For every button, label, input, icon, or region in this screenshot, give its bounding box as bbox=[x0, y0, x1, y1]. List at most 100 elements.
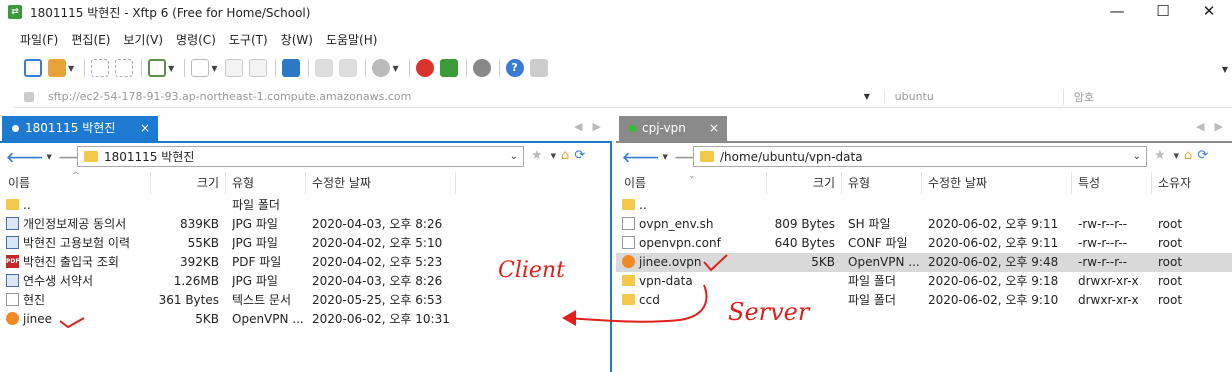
xftp-icon[interactable] bbox=[439, 59, 458, 77]
table-row[interactable]: ccd 파일 폴더 2020-06-02, 오후 9:10 drwxr-xr-x roo… bbox=[616, 291, 1232, 310]
cell-type: 텍스트 문서 bbox=[232, 293, 292, 307]
menu-file[interactable]: 파일(F) bbox=[20, 31, 58, 48]
chat-icon[interactable] bbox=[529, 59, 548, 77]
folder-icon bbox=[6, 199, 19, 210]
col-size[interactable]: 크기 bbox=[151, 172, 226, 194]
minimize-button[interactable]: — bbox=[1094, 0, 1140, 24]
table-row[interactable]: vpn-data 파일 폴더 2020-06-02, 오후 9:18 drwxr-xr… bbox=[616, 272, 1232, 291]
table-row[interactable]: 개인정보제공 동의서 839KB JPG 파일 2020-04-03, 오후 8:26 bbox=[0, 215, 610, 234]
tab-scroll-arrows[interactable]: ◀▶ bbox=[574, 120, 611, 133]
title-bar: ⇄ 1801115 박현진 - Xftp 6 (Free for Home/Sc… bbox=[0, 0, 1232, 24]
col-owner[interactable]: 소유자 bbox=[1152, 172, 1232, 194]
col-size[interactable]: 크기 bbox=[767, 172, 842, 194]
folder-icon bbox=[700, 151, 714, 162]
cell-name: .. bbox=[622, 196, 766, 215]
col-attributes[interactable]: 특성 bbox=[1072, 172, 1152, 194]
view-icon[interactable] bbox=[315, 59, 334, 77]
col-modified[interactable]: 수정한 날짜 bbox=[306, 172, 456, 194]
home-folder-icon[interactable]: ⌂ bbox=[1184, 148, 1192, 163]
table-row[interactable]: .. bbox=[616, 196, 1232, 215]
right-path-input[interactable]: /home/ubuntu/vpn-data ⌄ bbox=[693, 146, 1147, 167]
left-tab-row: 1801115 박현진 × ◀▶ bbox=[0, 116, 612, 141]
paste-icon[interactable] bbox=[249, 59, 268, 77]
cell-type: SH 파일 bbox=[848, 217, 891, 231]
table-row[interactable]: 현진 361 Bytes 텍스트 문서 2020-05-25, 오후 6:53 bbox=[0, 291, 610, 310]
settings-gear-icon[interactable] bbox=[472, 59, 491, 77]
sort-indicator-icon: ⌄ bbox=[688, 171, 696, 181]
menu-command[interactable]: 명령(C) bbox=[176, 31, 216, 48]
xshell-icon[interactable] bbox=[415, 59, 434, 77]
connect-icon[interactable] bbox=[91, 59, 110, 77]
file-name: .. bbox=[639, 198, 647, 212]
back-arrow-icon[interactable]: 🡐 bbox=[622, 149, 660, 166]
home-folder-icon[interactable]: ⌂ bbox=[561, 148, 569, 163]
cell-size: 361 Bytes bbox=[158, 293, 219, 307]
back-dropdown-icon[interactable]: ▼ bbox=[47, 153, 52, 161]
table-row[interactable]: .. 파일 폴더 bbox=[0, 196, 610, 215]
tab-scroll-arrows[interactable]: ◀▶ bbox=[1196, 120, 1232, 133]
disconnect-icon[interactable] bbox=[115, 59, 134, 77]
path-dropdown-icon[interactable]: ⌄ bbox=[1133, 151, 1141, 162]
maximize-button[interactable]: ☐ bbox=[1140, 0, 1186, 24]
open-folder-icon[interactable] bbox=[48, 59, 66, 77]
cell-date: 2020-04-02, 오후 5:10 bbox=[312, 236, 443, 250]
sync-icon[interactable] bbox=[282, 59, 301, 77]
transfer-icon[interactable] bbox=[191, 59, 210, 77]
layout-icon[interactable] bbox=[339, 59, 358, 77]
properties-dropdown-icon[interactable]: ▼ bbox=[168, 64, 174, 73]
table-row[interactable]: openvpn.conf 640 Bytes CONF 파일 2020-06-02, … bbox=[616, 234, 1232, 253]
table-row[interactable]: jinee 5KB OpenVPN ... 2020-06-02, 오후 10:31 bbox=[0, 310, 610, 329]
menu-edit[interactable]: 편집(E) bbox=[71, 31, 110, 48]
host-url-input[interactable]: sftp://ec2-54-178-91-93.ap-northeast-1.c… bbox=[48, 90, 864, 103]
bookmark-dropdown-icon[interactable]: ▼ bbox=[1174, 152, 1179, 160]
stop-icon[interactable] bbox=[372, 59, 391, 77]
tab-close-icon[interactable]: × bbox=[140, 116, 150, 141]
menu-window[interactable]: 창(W) bbox=[281, 31, 313, 48]
back-arrow-icon[interactable]: 🡐 bbox=[6, 149, 44, 166]
table-row[interactable]: ovpn_env.sh 809 Bytes SH 파일 2020-06-02, 오후 … bbox=[616, 215, 1232, 234]
table-row[interactable]: jinee.ovpn 5KB OpenVPN ... 2020-06-02, 오후 9… bbox=[616, 253, 1232, 272]
cell-size: 809 Bytes bbox=[774, 217, 835, 231]
menu-help[interactable]: 도움말(H) bbox=[326, 31, 378, 48]
tab-remote-label: cpj-vpn bbox=[642, 121, 686, 135]
path-dropdown-icon[interactable]: ⌄ bbox=[510, 151, 518, 162]
back-dropdown-icon[interactable]: ▼ bbox=[663, 153, 668, 161]
cell-size: 1.26MB bbox=[173, 274, 219, 288]
col-type[interactable]: 유형 bbox=[842, 172, 922, 194]
new-session-icon[interactable] bbox=[24, 59, 42, 77]
refresh-icon[interactable]: ⟳ bbox=[1197, 148, 1208, 163]
bookmark-dropdown-icon[interactable]: ▼ bbox=[551, 152, 556, 160]
copy-icon[interactable] bbox=[225, 59, 244, 77]
cell-type: JPG 파일 bbox=[232, 236, 278, 250]
left-nav-tools: ★ ▼ ⌂ ⟳ bbox=[531, 148, 585, 163]
cell-type bbox=[848, 196, 920, 215]
file-name: jinee.ovpn bbox=[639, 255, 702, 269]
open-dropdown-icon[interactable]: ▼ bbox=[68, 64, 74, 73]
bookmark-star-icon[interactable]: ★ bbox=[1154, 148, 1166, 163]
host-dropdown-icon[interactable]: ▼ bbox=[864, 92, 874, 101]
tab-remote[interactable]: cpj-vpn × bbox=[619, 116, 727, 141]
refresh-icon[interactable]: ⟳ bbox=[574, 148, 585, 163]
col-modified[interactable]: 수정한 날짜 bbox=[922, 172, 1072, 194]
menu-tools[interactable]: 도구(T) bbox=[229, 31, 268, 48]
file-name: jinee bbox=[23, 312, 53, 326]
username-input[interactable]: ubuntu bbox=[883, 90, 1053, 103]
transfer-dropdown-icon[interactable]: ▼ bbox=[211, 64, 217, 73]
help-icon[interactable]: ? bbox=[505, 59, 524, 77]
stop-dropdown-icon[interactable]: ▼ bbox=[392, 64, 398, 73]
bookmark-star-icon[interactable]: ★ bbox=[531, 148, 543, 163]
folder-icon bbox=[622, 275, 635, 286]
col-type[interactable]: 유형 bbox=[226, 172, 306, 194]
cell-owner: root bbox=[1158, 217, 1183, 231]
toolbar-overflow-icon[interactable]: ▼ bbox=[1222, 65, 1228, 74]
password-input[interactable]: 암호 bbox=[1062, 88, 1232, 105]
left-path-input[interactable]: 1801115 박현진 ⌄ bbox=[77, 146, 524, 167]
table-row[interactable]: 박현진 고용보험 이력 55KB JPG 파일 2020-04-02, 오후 5:10 bbox=[0, 234, 610, 253]
menu-view[interactable]: 보기(V) bbox=[123, 31, 163, 48]
properties-icon[interactable] bbox=[148, 59, 167, 77]
server-annotation: Server bbox=[728, 298, 810, 326]
tab-local[interactable]: 1801115 박현진 × bbox=[2, 116, 158, 141]
close-button[interactable]: ✕ bbox=[1186, 0, 1232, 24]
tab-close-icon[interactable]: × bbox=[709, 116, 719, 141]
cell-size: 839KB bbox=[179, 217, 219, 231]
